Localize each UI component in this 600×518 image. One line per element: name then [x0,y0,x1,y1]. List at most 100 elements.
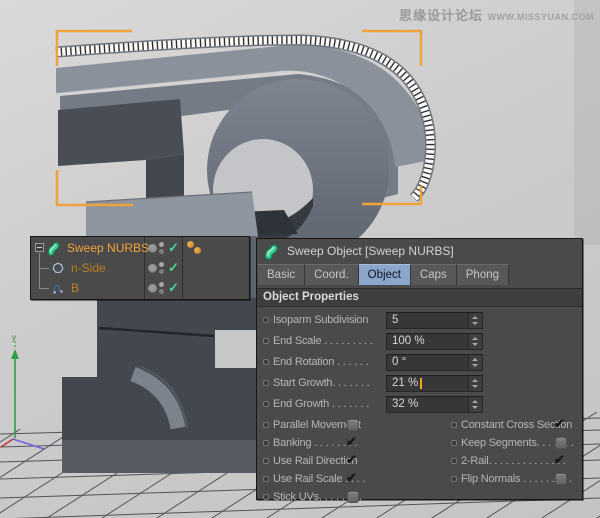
enabled-check-icon[interactable]: ✓ [168,238,179,258]
keyframe-dot[interactable] [263,440,269,446]
collapse-expander-icon[interactable] [35,243,44,252]
end-rotation-input[interactable]: 0 ° [386,354,483,371]
field-row-isoparm-subdivision: Isoparm Subdivision 5 [257,311,582,332]
check-row: Parallel Movement ✔ Constant Cross Secti… [257,417,582,435]
layer-dot[interactable] [148,284,157,293]
keyframe-dot[interactable] [263,494,269,500]
keyframe-dot[interactable] [451,440,457,446]
sweep-object-icon [264,242,282,260]
editor-visibility-dot[interactable] [159,242,164,247]
field-label: End Growth . . . . . . . [273,398,369,410]
field-label: Isoparm Subdivision [273,314,368,326]
object-row-n-side[interactable]: n-Side ✓ [31,258,249,278]
tab-object[interactable]: Object [359,264,411,285]
keep-segments-checkbox[interactable]: ✔ [555,437,567,449]
field-label: Start Growth. . . . . . . [273,377,369,389]
n-side-spline-icon [51,261,65,275]
field-row-end-rotation: End Rotation . . . . . . 0 ° [257,353,582,374]
keyframe-dot[interactable] [451,422,457,428]
editor-visibility-dot[interactable] [159,282,164,287]
field-value: 100 % [392,334,425,349]
field-label: End Scale . . . . . . . . . [273,335,373,347]
enabled-check-icon[interactable]: ✓ [168,278,179,298]
tab-phong[interactable]: Phong [457,264,509,285]
editor-visibility-dot[interactable] [159,262,164,267]
spinner-stepper[interactable] [468,313,482,328]
check-row: Use Rail Direction ✔ 2-Rail. . . . . . .… [257,453,582,471]
z-axis [13,439,44,449]
sweep-nurbs-icon [47,240,63,256]
render-visibility-dot[interactable] [159,249,164,254]
field-value: 0 ° [392,355,406,370]
world-axis-gizmo: y [1,333,44,449]
tag-dot-icon[interactable] [194,247,201,254]
render-visibility-dot[interactable] [159,289,164,294]
section-header[interactable]: Object Properties [257,288,582,307]
field-row-end-scale: End Scale . . . . . . . . . 100 % [257,332,582,353]
keyframe-dot[interactable] [451,458,457,464]
keyframe-dot[interactable] [263,380,269,386]
object-row-b[interactable]: B ✓ [31,278,249,298]
viewport-right-shade [574,0,600,245]
tab-coord[interactable]: Coord. [305,264,359,285]
attribute-header: Sweep Object [Sweep NURBS] [257,239,582,263]
constant-cross-section-checkbox[interactable]: ✔ [555,419,567,431]
letter-stem [62,298,258,440]
watermark-site-name: 思缘设计论坛 [399,8,483,23]
keyframe-dot[interactable] [263,359,269,365]
attribute-manager-panel: Sweep Object [Sweep NURBS] Basic Coord. … [256,238,583,500]
attribute-tabs: Basic Coord. Object Caps Phong [258,264,509,284]
end-growth-input[interactable]: 32 % [386,396,483,413]
keyframe-dot[interactable] [263,317,269,323]
object-manager-panel: Sweep NURBS ✓ n-Side ✓ B [30,236,250,300]
app-window: y [0,0,600,518]
object-label[interactable]: n-Side [71,258,106,278]
end-scale-input[interactable]: 100 % [386,333,483,350]
spinner-stepper[interactable] [468,334,482,349]
layer-dot[interactable] [148,264,157,273]
tag-dot-icon[interactable] [187,241,194,248]
keyframe-dot[interactable] [263,422,269,428]
check-row: Use Rail Scale . . . . ✔ Flip Normals . … [257,471,582,489]
watermark: 思缘设计论坛 WWW.MISSYUAN.COM [399,5,594,25]
check-row: Banking . . . . . . . . ✔ Keep Segments.… [257,435,582,453]
spinner-stepper[interactable] [468,397,482,412]
checkbox-label: Use Rail Direction [273,455,357,467]
field-value: 5 [392,313,398,328]
enabled-check-icon[interactable]: ✓ [168,258,179,278]
object-label[interactable]: B [71,278,79,298]
use-rail-direction-checkbox[interactable]: ✔ [347,455,359,467]
use-rail-scale-checkbox[interactable]: ✔ [347,473,359,485]
checkbox-label: 2-Rail. . . . . . . . . . . . . . [461,455,566,467]
banking-checkbox[interactable]: ✔ [347,437,359,449]
keyframe-dot[interactable] [263,458,269,464]
field-row-start-growth: Start Growth. . . . . . . 21 % [257,374,582,395]
start-growth-input[interactable]: 21 % [386,375,483,392]
keyframe-dot[interactable] [263,476,269,482]
field-row-end-growth: End Growth . . . . . . . 32 % [257,395,582,416]
keyframe-dot[interactable] [263,401,269,407]
field-value: 21 % [392,376,418,391]
tab-basic[interactable]: Basic [258,264,305,285]
isoparm-subdivision-input[interactable]: 5 [386,312,483,329]
spinner-stepper[interactable] [468,376,482,391]
field-value: 32 % [392,397,418,412]
parallel-movement-checkbox[interactable]: ✔ [347,419,359,431]
layer-dot[interactable] [148,244,157,253]
watermark-site-url: WWW.MISSYUAN.COM [488,12,595,22]
two-rail-checkbox[interactable]: ✔ [555,455,567,467]
spinner-stepper[interactable] [468,355,482,370]
stick-uvs-checkbox[interactable]: ✔ [347,491,359,503]
flip-normals-checkbox[interactable]: ✔ [555,473,567,485]
field-label: End Rotation . . . . . . [273,356,368,368]
render-visibility-dot[interactable] [159,269,164,274]
y-axis-label: y [12,333,16,342]
section-title: Object Properties [257,289,582,306]
object-row-sweep-nurbs[interactable]: Sweep NURBS ✓ [31,238,249,258]
check-row: Stick UVs. . . . . . . . ✔ [257,489,582,507]
keyframe-dot[interactable] [451,476,457,482]
text-cursor [420,378,422,389]
keyframe-dot[interactable] [263,338,269,344]
object-label[interactable]: Sweep NURBS [67,238,149,258]
tab-caps[interactable]: Caps [411,264,457,285]
